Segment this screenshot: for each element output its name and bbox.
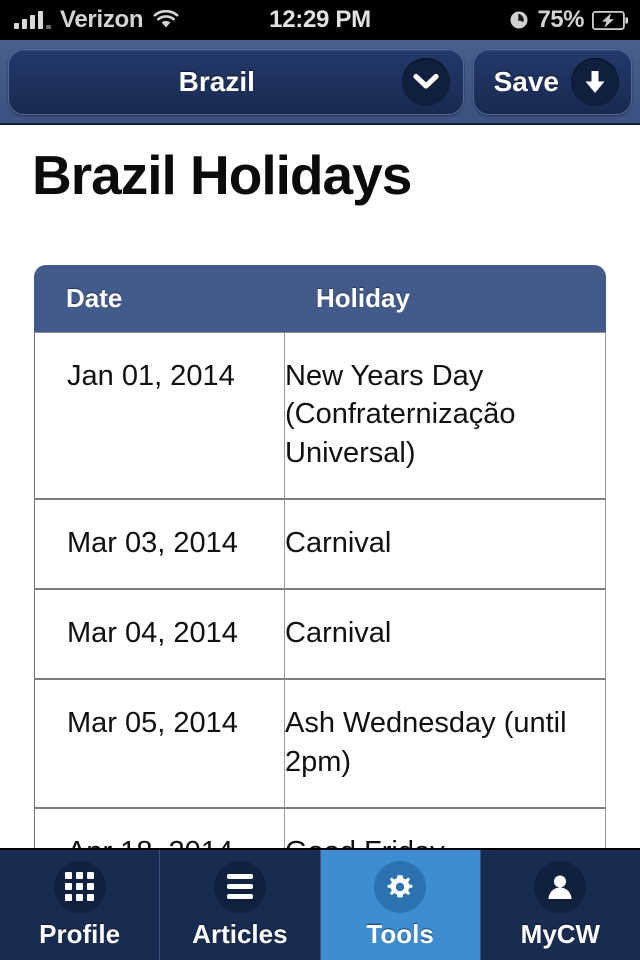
grid-icon: [53, 860, 106, 913]
cell-date: Mar 05, 2014: [34, 680, 284, 809]
holiday-table-container[interactable]: Date Holiday Jan 01, 2014 New Years Day …: [34, 265, 606, 860]
battery-percent-label: 75%: [537, 6, 584, 33]
holiday-table: Date Holiday Jan 01, 2014 New Years Day …: [34, 265, 606, 860]
tab-articles-label: Articles: [192, 918, 288, 949]
table-row[interactable]: Mar 04, 2014 Carnival: [34, 590, 606, 681]
country-selector-label: Brazil: [178, 65, 255, 97]
table-header-row: Date Holiday: [34, 265, 606, 333]
cell-date: Mar 04, 2014: [34, 590, 284, 681]
tab-mycw[interactable]: MyCW: [481, 850, 640, 960]
table-row[interactable]: Mar 05, 2014 Ash Wednesday (until 2pm): [34, 680, 606, 809]
signal-bars-icon: [14, 11, 51, 29]
status-bar: Verizon 12:29 PM 75%: [0, 0, 640, 40]
chevron-down-icon[interactable]: [401, 57, 450, 106]
table-body: Jan 01, 2014 New Years Day (Confraterniz…: [34, 333, 606, 860]
tab-articles[interactable]: Articles: [160, 850, 321, 960]
cell-holiday: Ash Wednesday (until 2pm): [284, 680, 606, 809]
hamburger-icon: [213, 860, 266, 913]
tab-tools-label: Tools: [366, 918, 434, 949]
column-header-holiday: Holiday: [284, 265, 606, 333]
download-arrow-icon: [571, 57, 619, 106]
tab-profile-label: Profile: [39, 918, 121, 949]
gear-icon: [374, 860, 427, 913]
carrier-label: Verizon: [60, 6, 144, 33]
tab-tools[interactable]: Tools: [320, 850, 481, 960]
tab-mycw-label: MyCW: [520, 918, 601, 949]
table-row[interactable]: Mar 03, 2014 Carnival: [34, 499, 606, 591]
page-title: Brazil Holidays: [32, 144, 412, 206]
table-header: Date Holiday: [34, 265, 606, 333]
cell-holiday: Carnival: [284, 499, 606, 591]
person-icon: [534, 860, 587, 913]
country-selector-button[interactable]: Brazil: [8, 48, 464, 115]
cell-date: Jan 01, 2014: [34, 333, 284, 500]
cell-holiday: Carnival: [284, 590, 606, 681]
cell-date: Mar 03, 2014: [34, 499, 284, 591]
wifi-icon: [152, 10, 180, 30]
table-row[interactable]: Jan 01, 2014 New Years Day (Confraterniz…: [34, 333, 606, 500]
app-screen: Verizon 12:29 PM 75% Brazil Save Brazil …: [0, 0, 640, 960]
save-button[interactable]: Save: [472, 48, 632, 115]
tab-profile[interactable]: Profile: [0, 850, 161, 960]
bottom-tab-bar: Profile Articles Tools MyCW: [0, 848, 640, 960]
status-bar-right: 75%: [321, 6, 640, 34]
alarm-clock-icon: [509, 10, 529, 30]
cell-holiday: New Years Day (Confraternização Universa…: [284, 333, 606, 500]
battery-charging-icon: [592, 10, 628, 30]
save-button-label: Save: [493, 65, 559, 97]
column-header-date: Date: [34, 265, 284, 333]
navigation-bar: Brazil Save: [0, 40, 640, 125]
status-bar-left: Verizon: [0, 6, 321, 34]
